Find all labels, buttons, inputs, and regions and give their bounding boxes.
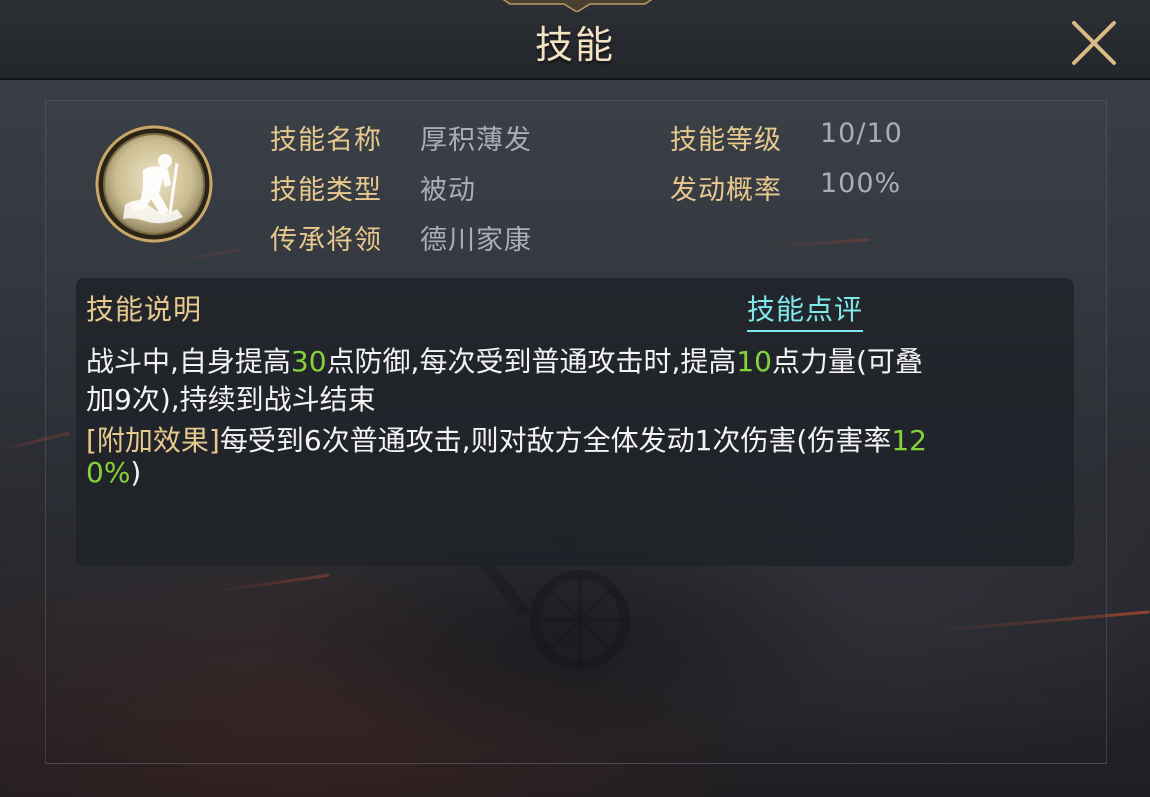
- inherit-general-value: 德川家康: [420, 225, 532, 256]
- description-line-4: 0%): [86, 456, 141, 489]
- highlight-number: 30: [290, 345, 327, 378]
- description-title: 技能说明: [86, 293, 203, 326]
- description-line-1: 战斗中,自身提高30点防御,每次受到普通攻击时,提高10点力量(可叠: [86, 340, 923, 380]
- trigger-rate-value: 100%: [820, 168, 902, 199]
- skill-name-label: 技能名称: [270, 125, 382, 156]
- close-button[interactable]: [1068, 17, 1120, 69]
- description-line-3: [附加效果]每受到6次普通攻击,则对敌方全体发动1次伤害(伤害率12: [86, 419, 927, 459]
- highlight-number: 12: [891, 424, 927, 457]
- skill-name-value: 厚积薄发: [420, 125, 532, 156]
- description-text: 点防御,每次受到普通攻击时,提高: [326, 345, 737, 378]
- description-text: 点力量(可叠: [772, 345, 923, 378]
- inherit-general-label: 传承将领: [270, 225, 382, 256]
- skill-dialog: 技能 技能名称 厚积薄发 技能类型 被动 传承将领 德川家康 技能等级 10/1…: [0, 0, 1150, 797]
- close-icon: [1072, 21, 1116, 65]
- dialog-title: 技能: [534, 23, 615, 67]
- skill-level-label: 技能等级: [670, 125, 782, 156]
- highlight-number: 10: [736, 345, 772, 378]
- skill-type-value: 被动: [420, 175, 476, 206]
- description-line-2: 加9次),持续到战斗结束: [86, 383, 376, 416]
- extra-effect-tag: [附加效果]: [86, 424, 220, 457]
- skill-type-label: 技能类型: [270, 175, 382, 206]
- title-bar: 技能: [0, 0, 1150, 80]
- description-text: 每受到6次普通攻击,则对敌方全体发动1次伤害(伤害率: [219, 424, 892, 457]
- kneeling-warrior-icon: [95, 125, 213, 243]
- skill-review-link[interactable]: 技能点评: [747, 288, 864, 332]
- description-text: ): [130, 456, 142, 489]
- skill-level-value: 10/10: [820, 118, 903, 149]
- description-text: 战斗中,自身提高: [86, 345, 291, 378]
- highlight-number: 0%: [86, 456, 131, 489]
- trigger-rate-label: 发动概率: [670, 175, 782, 206]
- header-ornament: [502, 0, 653, 12]
